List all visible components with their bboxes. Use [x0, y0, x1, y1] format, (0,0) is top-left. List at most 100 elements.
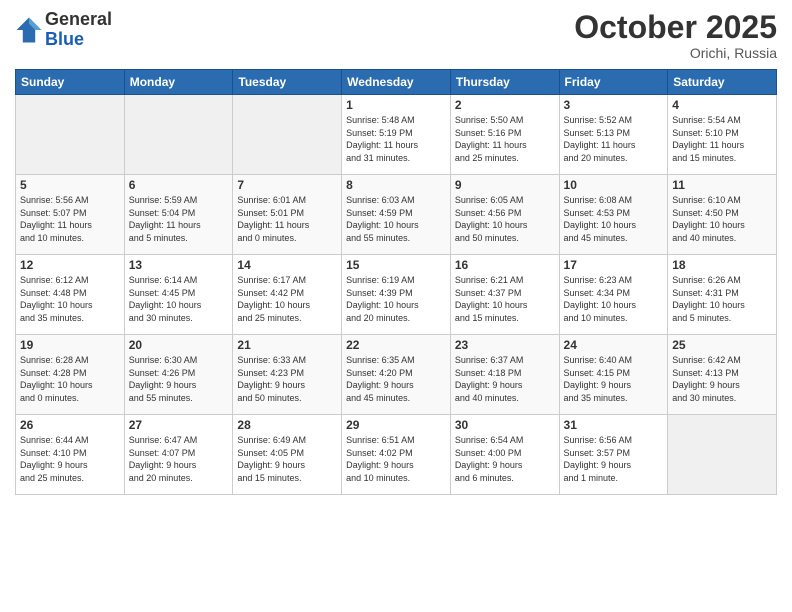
day-number: 22 [346, 338, 446, 352]
day-info: Sunrise: 6:19 AM Sunset: 4:39 PM Dayligh… [346, 274, 446, 324]
calendar-week-4: 19Sunrise: 6:28 AM Sunset: 4:28 PM Dayli… [16, 335, 777, 415]
calendar-cell: 25Sunrise: 6:42 AM Sunset: 4:13 PM Dayli… [668, 335, 777, 415]
day-info: Sunrise: 6:05 AM Sunset: 4:56 PM Dayligh… [455, 194, 555, 244]
calendar-cell: 11 Sunrise: 6:10 AM Sunset: 4:50 PM Dayli… [668, 175, 777, 255]
calendar-cell: 5Sunrise: 5:56 AM Sunset: 5:07 PM Daylig… [16, 175, 125, 255]
day-info: Sunrise: 6:44 AM Sunset: 4:10 PM Dayligh… [20, 434, 120, 484]
calendar-cell [124, 95, 233, 175]
day-number: 5 [20, 178, 120, 192]
day-info: Sunrise: 6:56 AM Sunset: 3:57 PM Dayligh… [564, 434, 664, 484]
day-number: 11 [672, 178, 772, 192]
day-number: 6 [129, 178, 229, 192]
logo-icon [15, 16, 43, 44]
day-number: 8 [346, 178, 446, 192]
calendar-cell: 23 Sunrise: 6:37 AM Sunset: 4:18 PM Dayli… [450, 335, 559, 415]
day-info: Sunrise: 6:37 AM Sunset: 4:18 PM Dayligh… [455, 354, 555, 404]
day-info: Sunrise: 5:59 AM Sunset: 5:04 PM Dayligh… [129, 194, 229, 244]
calendar-cell [16, 95, 125, 175]
calendar-cell: 19Sunrise: 6:28 AM Sunset: 4:28 PM Dayli… [16, 335, 125, 415]
calendar-cell: 18 Sunrise: 6:26 AM Sunset: 4:31 PM Dayli… [668, 255, 777, 335]
day-number: 7 [237, 178, 337, 192]
day-info: Sunrise: 5:50 AM Sunset: 5:16 PM Dayligh… [455, 114, 555, 164]
day-info: Sunrise: 5:48 AM Sunset: 5:19 PM Dayligh… [346, 114, 446, 164]
day-info: Sunrise: 6:03 AM Sunset: 4:59 PM Dayligh… [346, 194, 446, 244]
day-info: Sunrise: 6:21 AM Sunset: 4:37 PM Dayligh… [455, 274, 555, 324]
calendar-cell: 30 Sunrise: 6:54 AM Sunset: 4:00 PM Dayli… [450, 415, 559, 495]
page-container: General Blue October 2025 Orichi, Russia… [0, 0, 792, 500]
calendar-cell: 20 Sunrise: 6:30 AM Sunset: 4:26 PM Dayli… [124, 335, 233, 415]
day-info: Sunrise: 5:54 AM Sunset: 5:10 PM Dayligh… [672, 114, 772, 164]
day-number: 4 [672, 98, 772, 112]
day-number: 31 [564, 418, 664, 432]
day-number: 24 [564, 338, 664, 352]
day-info: Sunrise: 6:51 AM Sunset: 4:02 PM Dayligh… [346, 434, 446, 484]
day-info: Sunrise: 6:14 AM Sunset: 4:45 PM Dayligh… [129, 274, 229, 324]
day-info: Sunrise: 6:42 AM Sunset: 4:13 PM Dayligh… [672, 354, 772, 404]
day-number: 28 [237, 418, 337, 432]
day-number: 26 [20, 418, 120, 432]
day-number: 2 [455, 98, 555, 112]
calendar-cell: 3 Sunrise: 5:52 AM Sunset: 5:13 PM Daylig… [559, 95, 668, 175]
day-number: 18 [672, 258, 772, 272]
calendar-week-1: 1Sunrise: 5:48 AM Sunset: 5:19 PM Daylig… [16, 95, 777, 175]
location-subtitle: Orichi, Russia [574, 45, 777, 61]
day-number: 9 [455, 178, 555, 192]
day-info: Sunrise: 6:40 AM Sunset: 4:15 PM Dayligh… [564, 354, 664, 404]
logo-line2: Blue [45, 29, 84, 49]
day-info: Sunrise: 6:23 AM Sunset: 4:34 PM Dayligh… [564, 274, 664, 324]
calendar-cell: 4 Sunrise: 5:54 AM Sunset: 5:10 PM Daylig… [668, 95, 777, 175]
calendar-cell: 6 Sunrise: 5:59 AM Sunset: 5:04 PM Daylig… [124, 175, 233, 255]
day-header-thursday: Thursday [450, 70, 559, 95]
calendar-week-5: 26 Sunrise: 6:44 AM Sunset: 4:10 PM Dayli… [16, 415, 777, 495]
day-info: Sunrise: 6:08 AM Sunset: 4:53 PM Dayligh… [564, 194, 664, 244]
month-title: October 2025 [574, 10, 777, 45]
calendar-header-row: SundayMondayTuesdayWednesdayThursdayFrid… [16, 70, 777, 95]
calendar-week-3: 12 Sunrise: 6:12 AM Sunset: 4:48 PM Dayli… [16, 255, 777, 335]
day-number: 27 [129, 418, 229, 432]
calendar-cell: 31 Sunrise: 6:56 AM Sunset: 3:57 PM Dayli… [559, 415, 668, 495]
day-info: Sunrise: 6:47 AM Sunset: 4:07 PM Dayligh… [129, 434, 229, 484]
title-block: October 2025 Orichi, Russia [574, 10, 777, 61]
day-info: Sunrise: 6:33 AM Sunset: 4:23 PM Dayligh… [237, 354, 337, 404]
day-info: Sunrise: 6:10 AM Sunset: 4:50 PM Dayligh… [672, 194, 772, 244]
day-header-wednesday: Wednesday [342, 70, 451, 95]
calendar-cell: 29Sunrise: 6:51 AM Sunset: 4:02 PM Dayli… [342, 415, 451, 495]
calendar-cell [233, 95, 342, 175]
day-number: 3 [564, 98, 664, 112]
day-info: Sunrise: 6:01 AM Sunset: 5:01 PM Dayligh… [237, 194, 337, 244]
day-number: 20 [129, 338, 229, 352]
day-number: 12 [20, 258, 120, 272]
calendar-cell: 9 Sunrise: 6:05 AM Sunset: 4:56 PM Daylig… [450, 175, 559, 255]
day-info: Sunrise: 6:49 AM Sunset: 4:05 PM Dayligh… [237, 434, 337, 484]
day-header-tuesday: Tuesday [233, 70, 342, 95]
calendar-cell: 16 Sunrise: 6:21 AM Sunset: 4:37 PM Dayli… [450, 255, 559, 335]
calendar-cell: 1Sunrise: 5:48 AM Sunset: 5:19 PM Daylig… [342, 95, 451, 175]
logo-line1: General [45, 9, 112, 29]
day-number: 10 [564, 178, 664, 192]
day-number: 16 [455, 258, 555, 272]
calendar-cell: 2 Sunrise: 5:50 AM Sunset: 5:16 PM Daylig… [450, 95, 559, 175]
calendar-cell: 22 Sunrise: 6:35 AM Sunset: 4:20 PM Dayli… [342, 335, 451, 415]
calendar-cell: 26 Sunrise: 6:44 AM Sunset: 4:10 PM Dayli… [16, 415, 125, 495]
day-number: 30 [455, 418, 555, 432]
day-info: Sunrise: 6:26 AM Sunset: 4:31 PM Dayligh… [672, 274, 772, 324]
day-info: Sunrise: 6:12 AM Sunset: 4:48 PM Dayligh… [20, 274, 120, 324]
calendar-cell: 24 Sunrise: 6:40 AM Sunset: 4:15 PM Dayli… [559, 335, 668, 415]
day-info: Sunrise: 6:30 AM Sunset: 4:26 PM Dayligh… [129, 354, 229, 404]
day-info: Sunrise: 6:54 AM Sunset: 4:00 PM Dayligh… [455, 434, 555, 484]
calendar-cell: 12 Sunrise: 6:12 AM Sunset: 4:48 PM Dayli… [16, 255, 125, 335]
day-info: Sunrise: 6:35 AM Sunset: 4:20 PM Dayligh… [346, 354, 446, 404]
day-info: Sunrise: 6:17 AM Sunset: 4:42 PM Dayligh… [237, 274, 337, 324]
calendar-cell: 15 Sunrise: 6:19 AM Sunset: 4:39 PM Dayli… [342, 255, 451, 335]
calendar-cell: 17Sunrise: 6:23 AM Sunset: 4:34 PM Dayli… [559, 255, 668, 335]
day-header-monday: Monday [124, 70, 233, 95]
day-info: Sunrise: 5:52 AM Sunset: 5:13 PM Dayligh… [564, 114, 664, 164]
calendar-cell [668, 415, 777, 495]
day-number: 23 [455, 338, 555, 352]
logo: General Blue [15, 10, 112, 50]
calendar-cell: 8 Sunrise: 6:03 AM Sunset: 4:59 PM Daylig… [342, 175, 451, 255]
calendar-cell: 27 Sunrise: 6:47 AM Sunset: 4:07 PM Dayli… [124, 415, 233, 495]
header: General Blue October 2025 Orichi, Russia [15, 10, 777, 61]
day-number: 15 [346, 258, 446, 272]
day-number: 19 [20, 338, 120, 352]
